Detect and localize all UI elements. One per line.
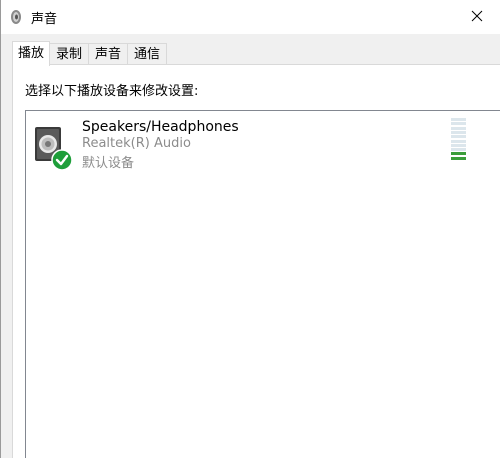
- sound-dialog: 声音 播放 录制 声音 通信 选择以下播放设备来修改设置: Speakers/H…: [0, 0, 500, 458]
- level-segment: [451, 122, 466, 126]
- volume-level-meter: [451, 118, 466, 160]
- device-status: 默认设备: [82, 156, 135, 171]
- level-segment: [451, 130, 466, 134]
- tab-strip: 播放 录制 声音 通信: [12, 41, 168, 66]
- level-segment: [451, 139, 466, 143]
- level-segment: [451, 152, 466, 156]
- title-bar: 声音: [1, 0, 500, 34]
- level-segment: [451, 156, 466, 160]
- level-segment: [451, 148, 466, 152]
- speaker-icon: [11, 10, 21, 24]
- level-segment: [451, 135, 466, 139]
- level-segment: [451, 118, 466, 121]
- device-list[interactable]: Speakers/Headphones Realtek(R) Audio 默认设…: [25, 110, 500, 458]
- instruction-text: 选择以下播放设备来修改设置:: [25, 84, 199, 99]
- tab-playback[interactable]: 播放: [12, 41, 51, 66]
- tab-sounds[interactable]: 声音: [89, 43, 129, 65]
- close-button[interactable]: [454, 0, 500, 32]
- device-name: Speakers/Headphones: [82, 119, 239, 135]
- level-segment: [451, 143, 466, 147]
- speaker-icon: [35, 127, 73, 171]
- device-driver: Realtek(R) Audio: [82, 136, 191, 151]
- level-segment: [451, 126, 466, 130]
- close-icon: [471, 10, 483, 22]
- tab-communications[interactable]: 通信: [128, 43, 168, 65]
- default-check-icon: [51, 149, 73, 171]
- window-title: 声音: [31, 12, 58, 27]
- tab-recording[interactable]: 录制: [50, 43, 90, 65]
